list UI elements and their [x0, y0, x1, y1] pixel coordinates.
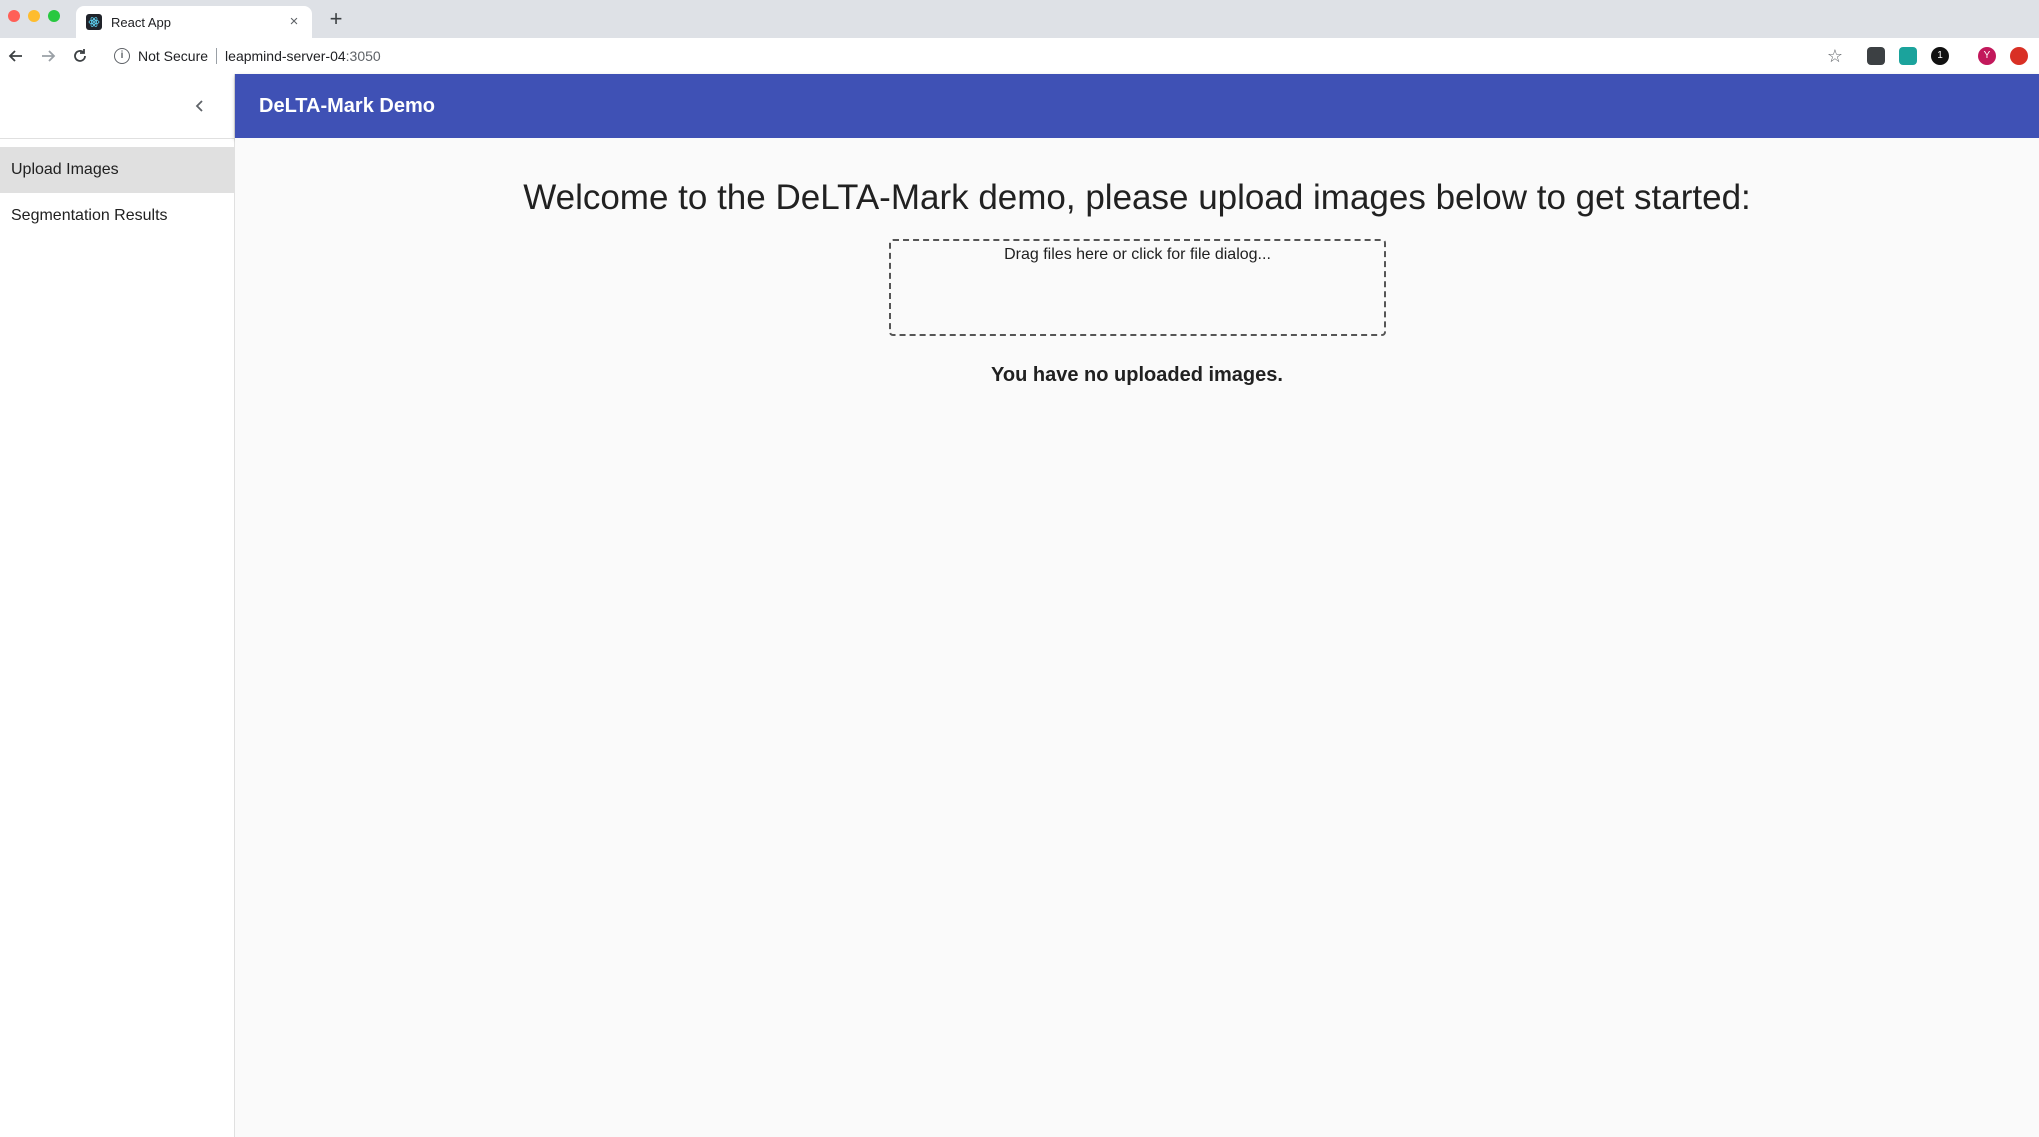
collapse-sidebar-button[interactable] [186, 92, 214, 120]
extension-icon[interactable] [1899, 47, 1917, 65]
new-tab-button[interactable]: + [326, 8, 346, 30]
url-host: leapmind-server-04 [225, 48, 346, 64]
window-minimize-button[interactable] [28, 10, 40, 22]
sidebar: Upload Images Segmentation Results [0, 74, 235, 1137]
tab-strip: React App × + [0, 0, 2039, 38]
sidebar-header [0, 74, 234, 139]
browser-chrome: React App × + i Not Secure leapmind-serv… [0, 0, 2039, 75]
chevron-left-icon [195, 100, 203, 112]
sidebar-item-upload-images[interactable]: Upload Images [0, 147, 234, 193]
profile-avatar-icon[interactable]: Y [1978, 47, 1996, 65]
sidebar-item-label: Segmentation Results [11, 207, 168, 224]
window-controls [8, 10, 60, 22]
welcome-heading: Welcome to the DeLTA-Mark demo, please u… [523, 178, 1751, 217]
bookmark-star-icon[interactable]: ☆ [1824, 45, 1846, 67]
info-icon[interactable]: i [114, 48, 130, 64]
password-manager-icon[interactable]: 1 [1931, 47, 1949, 65]
sidebar-item-segmentation-results[interactable]: Segmentation Results [0, 193, 234, 239]
url-port: :3050 [345, 48, 381, 64]
react-icon [86, 14, 102, 30]
update-icon[interactable] [2010, 47, 2028, 65]
app-bar: DeLTA-Mark Demo [235, 74, 2039, 138]
main-content: Welcome to the DeLTA-Mark demo, please u… [235, 138, 2039, 1137]
empty-state-message: You have no uploaded images. [991, 364, 1283, 386]
tab-close-icon[interactable]: × [286, 14, 302, 30]
pocket-icon[interactable] [1867, 47, 1885, 65]
divider [216, 48, 218, 64]
browser-toolbar: i Not Secure leapmind-server-04:3050 ☆ 1… [0, 38, 2039, 75]
page-title: DeLTA-Mark Demo [259, 94, 435, 117]
address-bar[interactable]: i Not Secure leapmind-server-04:3050 [106, 42, 1866, 70]
window-close-button[interactable] [8, 10, 20, 22]
back-icon[interactable] [6, 46, 26, 66]
window-maximize-button[interactable] [48, 10, 60, 22]
security-label: Not Secure [138, 48, 209, 64]
forward-icon[interactable] [38, 46, 58, 66]
sidebar-item-label: Upload Images [11, 161, 119, 178]
file-dropzone[interactable]: Drag files here or click for file dialog… [889, 239, 1386, 336]
tab-title: React App [111, 14, 171, 30]
sidebar-list: Upload Images Segmentation Results [0, 139, 234, 239]
reload-icon[interactable] [70, 46, 90, 66]
dropzone-label: Drag files here or click for file dialog… [1004, 246, 1271, 263]
browser-tab[interactable]: React App × [76, 6, 312, 38]
